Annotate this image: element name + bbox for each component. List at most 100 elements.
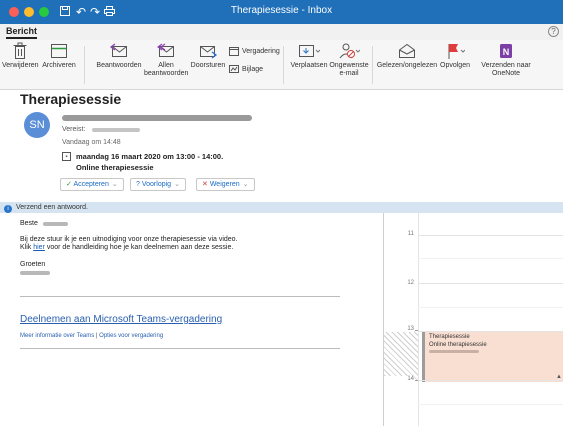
tab-bericht[interactable]: Bericht <box>6 26 38 39</box>
ribbon: Verwijderen Archiveren Beantwoorden Alle… <box>0 40 563 90</box>
attachment-icon <box>229 65 242 74</box>
envelope-open-icon <box>376 42 438 60</box>
decline-button[interactable]: ✕ Weigeren ⌄ <box>196 178 255 191</box>
archive-button[interactable]: Archiveren <box>40 42 78 70</box>
hour-label: 11 <box>407 231 414 237</box>
help-icon[interactable]: ? <box>548 26 559 37</box>
hour-line <box>418 380 563 381</box>
forward-icon <box>188 42 228 60</box>
body-line-2: Klik hier voor de handleiding hoe je kan… <box>20 244 234 251</box>
meeting-date: maandag 16 maart 2020 om 13:00 - 14:00. <box>76 152 224 161</box>
teams-join-link[interactable]: Deelnemen aan Microsoft Teams-vergaderin… <box>20 314 222 325</box>
window-title: Therapiesessie - Inbox <box>230 5 333 16</box>
tentative-button[interactable]: ? Voorlopig ⌄ <box>130 178 186 191</box>
closing: Groeten <box>20 261 46 268</box>
required-attendee-redacted[interactable] <box>92 128 140 132</box>
calendar-gutter <box>418 213 419 426</box>
junk-label: Ongewenste e-mail <box>329 62 369 77</box>
read-unread-button[interactable]: Gelezen/ongelezen <box>376 42 438 70</box>
follow-up-button[interactable]: Opvolgen <box>438 42 472 70</box>
hour-line <box>418 283 563 284</box>
received-time: Vandaag om 14:48 <box>62 139 121 146</box>
ribbon-separator <box>84 46 85 84</box>
attachment-label: Bijlage <box>242 66 264 73</box>
attachment-button[interactable]: Bijlage <box>229 64 263 76</box>
hour-label: 14 <box>384 376 414 382</box>
teams-more-info-link[interactable]: Meer informatie over Teams <box>20 333 94 339</box>
recipient-name-redacted <box>43 222 68 226</box>
reply-all-icon <box>144 42 188 60</box>
junk-button[interactable]: Ongewenste e-mail <box>329 42 369 78</box>
archive-label: Archiveren <box>42 62 76 69</box>
avatar[interactable]: SN <box>24 112 50 138</box>
half-hour-line <box>418 258 563 259</box>
divider <box>20 348 340 349</box>
onenote-button[interactable]: N Verzenden naar OneNote <box>478 42 534 78</box>
onenote-icon: N <box>478 42 534 60</box>
teams-links: Meer informatie over Teams | Opties voor… <box>20 333 164 339</box>
forward-button[interactable]: Doorsturen <box>188 42 228 70</box>
ribbon-tabs: Bericht ? <box>0 24 563 40</box>
ribbon-separator <box>283 46 284 84</box>
flag-icon <box>438 42 472 60</box>
accept-label: Accepteren <box>73 181 109 188</box>
event-location: Online therapiesessie <box>429 342 487 348</box>
info-bar: i Verzend een antwoord. <box>0 202 563 213</box>
event-title: Therapiesessie <box>429 334 470 340</box>
move-label: Verplaatsen <box>290 62 328 69</box>
onenote-label: Verzenden naar OneNote <box>481 62 531 77</box>
meeting-button[interactable]: Vergadering <box>229 46 280 58</box>
accept-button[interactable]: ✓ Accepteren ⌄ <box>60 178 124 191</box>
tentative-label: Voorlopig <box>141 181 172 188</box>
reply-all-button[interactable]: Allen beantwoorden <box>144 42 188 78</box>
event-organizer-redacted <box>429 350 479 353</box>
reply-button[interactable]: Beantwoorden <box>94 42 144 70</box>
message-subject: Therapiesessie <box>20 91 122 107</box>
delete-button[interactable]: Verwijderen <box>2 42 39 70</box>
hour-label: 12 <box>407 280 414 286</box>
decline-label: Weigeren <box>209 181 240 188</box>
info-text: Verzend een antwoord. <box>16 204 88 211</box>
divider <box>20 296 340 297</box>
reply-all-label: Allen beantwoorden <box>144 62 189 77</box>
move-folder-icon <box>289 42 329 60</box>
greeting: Beste <box>20 220 38 227</box>
trash-icon <box>2 42 38 60</box>
info-icon: i <box>4 205 12 213</box>
calendar-pane: 11 12 13 Therapiesessie Online therapies… <box>383 213 563 426</box>
calendar-event[interactable]: Therapiesessie Online therapiesessie ▲ <box>422 332 563 382</box>
manual-link[interactable]: hier <box>33 244 45 251</box>
junk-icon <box>329 42 369 60</box>
delete-label: Verwijderen <box>2 62 39 69</box>
reply-label: Beantwoorden <box>96 62 142 69</box>
read-unread-label: Gelezen/ongelezen <box>376 62 438 69</box>
required-label: Vereist: <box>62 126 86 133</box>
sender-redacted[interactable] <box>62 115 252 121</box>
archive-icon <box>40 42 78 60</box>
calendar-icon: ▪ <box>62 152 71 161</box>
calendar-icon <box>229 47 242 57</box>
title-bar: ↶ ↷ Therapiesessie - Inbox <box>0 0 563 24</box>
follow-up-label: Opvolgen <box>440 62 470 69</box>
x-icon: ✕ <box>202 181 208 188</box>
svg-text:N: N <box>503 47 510 57</box>
half-hour-line <box>418 404 563 405</box>
ribbon-separator <box>372 46 373 84</box>
chevron-down-icon: ⌄ <box>242 181 249 188</box>
check-icon: ✓ <box>66 181 72 188</box>
meeting-options-link[interactable]: Opties voor vergadering <box>99 333 163 339</box>
question-icon: ? <box>136 181 140 188</box>
half-hour-line <box>418 307 563 308</box>
body-line-1: Bij deze stuur ik je een uitnodiging voo… <box>20 236 238 243</box>
busy-hatch <box>384 330 418 380</box>
forward-label: Doorsturen <box>190 62 226 69</box>
meeting-location: Online therapiesessie <box>76 163 154 172</box>
hour-label: 13 <box>384 326 414 332</box>
chevron-down-icon: ⌄ <box>174 181 180 188</box>
chevron-down-icon: ⌄ <box>111 181 118 188</box>
move-button[interactable]: Verplaatsen <box>289 42 329 70</box>
hour-line <box>418 235 563 236</box>
signature-redacted <box>20 271 50 275</box>
meeting-label: Vergadering <box>242 48 280 55</box>
reply-icon <box>94 42 144 60</box>
